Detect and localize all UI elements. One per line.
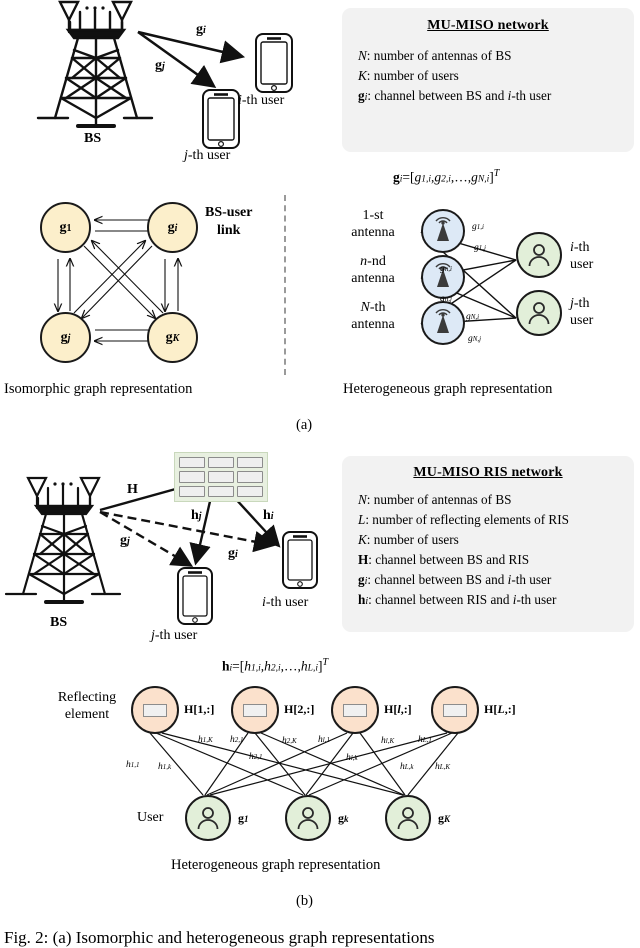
ris-node-L-label: H[L,:] [484,702,516,716]
ris-node-2[interactable] [231,686,279,734]
user-node-K-b[interactable] [385,795,431,841]
user-node-k-b[interactable] [285,795,331,841]
user-row-label: User [137,810,164,825]
edge-label-hl1: hl,1 [318,735,330,745]
edge-label-hLk: hL,k [400,762,414,772]
caption-heterogeneous-b: Heterogeneous graph representation [171,857,381,873]
user-node-K-label: gK [438,811,451,825]
part-label-b: (b) [296,893,313,909]
edge-label-h2K: h2,K [282,736,297,746]
person-icon [397,807,419,830]
person-icon [197,807,219,830]
ris-node-2-label: H[2,:] [284,702,315,716]
ris-node-1-label: H[1,:] [184,702,215,716]
ris-node-l[interactable] [331,686,379,734]
ris-node-1[interactable] [131,686,179,734]
edge-label-h1K: h1,K [198,735,213,745]
edge-label-h21: h2,1 [230,735,244,745]
figure-caption: Fig. 2: (a) Isomorphic and heterogeneous… [4,928,435,947]
user-node-1-label: g1 [238,811,249,825]
ris-node-l-label: H[l,:] [384,702,412,716]
user-node-1-b[interactable] [185,795,231,841]
edge-label-hLK: hL,K [435,762,451,772]
ris-element-icon [143,703,167,717]
user-node-k-label: gk [338,811,349,825]
ris-element-icon [343,703,367,717]
ris-element-icon [243,703,267,717]
reflecting-element-label: Reflecting element [57,690,117,722]
edge-label-h21b: h2,1 [249,752,263,762]
edge-label-hlK: hl,K [381,736,395,746]
person-icon [297,807,319,830]
edge-label-hL1: hL,1 [418,735,432,745]
edge-label-h11: h1,1 [126,760,140,770]
edge-label-h1k: h1,k [158,762,172,772]
ris-node-L[interactable] [431,686,479,734]
edge-label-hlk: hl,k [346,753,358,763]
ris-element-icon [443,703,467,717]
